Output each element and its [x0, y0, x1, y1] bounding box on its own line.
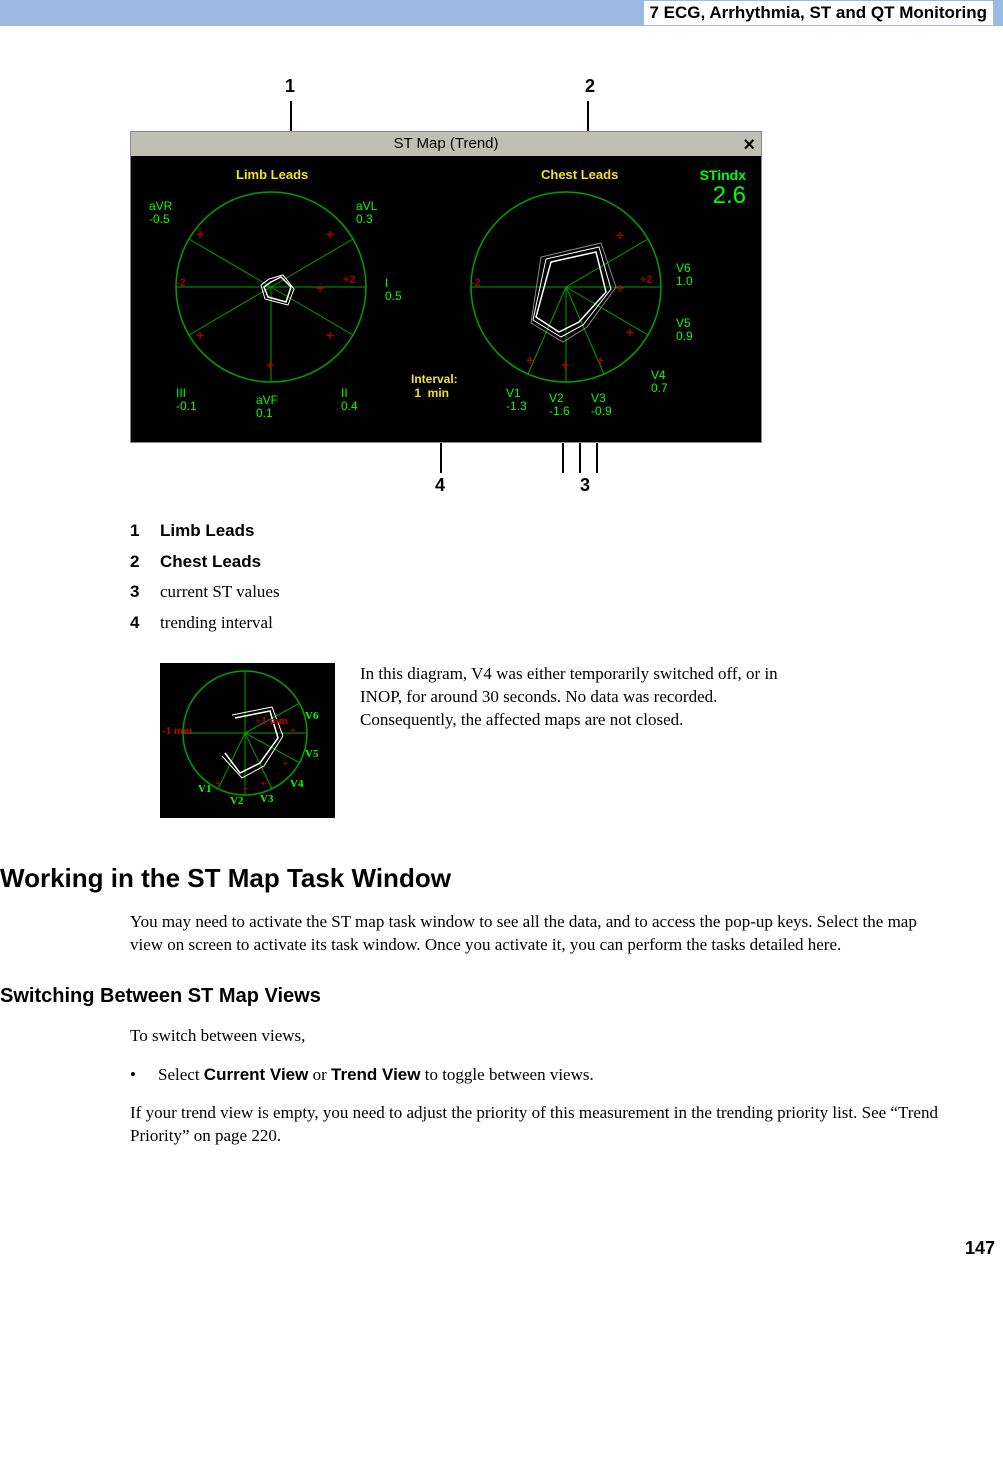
callout-line: [290, 101, 292, 131]
callout-4-num: 4: [435, 475, 445, 496]
bullet-dot: •: [130, 1065, 158, 1085]
tick-icon: +: [596, 352, 604, 368]
lead-V1: V1 -1.3: [506, 387, 527, 413]
tick-icon: +: [260, 778, 266, 790]
callout-row-top: 1 2: [130, 76, 790, 97]
small-V1: V1: [198, 783, 211, 795]
intro-paragraph: You may need to activate the ST map task…: [130, 911, 943, 957]
tick-icon: +: [561, 357, 569, 373]
legend-num: 1: [130, 516, 160, 547]
bullet-pre: Select: [158, 1065, 204, 1084]
ui-current-view: Current View: [204, 1065, 309, 1084]
heading-switching-views: Switching Between ST Map Views: [0, 985, 943, 1008]
mm-pos: +1 mm: [255, 715, 288, 727]
page-number: 147: [0, 1238, 995, 1259]
tick-icon: +: [316, 280, 324, 296]
stindex-label: STindx: [700, 167, 746, 183]
lead-V6: V6 1.0: [676, 262, 693, 288]
legend-num: 2: [130, 547, 160, 578]
tick-icon: +: [616, 280, 624, 296]
tick-icon: +: [616, 227, 624, 243]
callout-lines-bottom: [130, 443, 790, 473]
lead-aVF: aVF 0.1: [256, 394, 278, 420]
small-V5: V5: [305, 748, 318, 760]
callout-3-num: 3: [580, 475, 590, 496]
st-map-window[interactable]: ST Map (Trend) × Limb Leads Chest Leads …: [130, 131, 762, 443]
callout-lines-top: [130, 101, 790, 131]
tick-icon: +: [326, 226, 334, 242]
lead-aVR: aVR -0.5: [149, 200, 172, 226]
bullet-item: • Select Current View or Trend View to t…: [130, 1065, 943, 1085]
callout-row-bottom: 4 3: [130, 475, 790, 496]
note-paragraph: In this diagram, V4 was either temporari…: [360, 663, 810, 732]
axis-pos2-limb: +2: [343, 274, 356, 286]
trend-empty-paragraph: If your trend view is empty, you need to…: [130, 1102, 943, 1148]
small-chest-figure: +1 mm -1 mm V6 V5 V4 V3 V2 V1 + + + + +: [160, 663, 335, 818]
bullet-text: Select Current View or Trend View to tog…: [158, 1065, 594, 1085]
interval-label: Interval: 1 min: [411, 372, 458, 400]
st-map-figure: 1 2 ST Map (Trend) × Limb Leads Chest Le…: [130, 76, 790, 496]
legend-text: Chest Leads: [160, 547, 261, 578]
lead-V2: V2 -1.6: [549, 392, 570, 418]
callout-line: [596, 443, 598, 473]
lead-V4: V4 0.7: [651, 369, 668, 395]
note-row: +1 mm -1 mm V6 V5 V4 V3 V2 V1 + + + + + …: [160, 663, 943, 818]
small-V6: V6: [305, 710, 318, 722]
tick-icon: +: [215, 778, 221, 790]
tick-icon: +: [326, 327, 334, 343]
bullet-post: to toggle between views.: [420, 1065, 593, 1084]
callout-1-num: 1: [285, 76, 295, 97]
legend-num: 3: [130, 577, 160, 608]
axis-pos2-chest: +2: [640, 274, 653, 286]
axis-neg2-chest: -2: [471, 277, 481, 289]
stindex-value: 2.6: [713, 182, 746, 210]
ui-trend-view: Trend View: [331, 1065, 420, 1084]
legend-num: 4: [130, 608, 160, 639]
lead-II: II 0.4: [341, 387, 358, 413]
lead-V5: V5 0.9: [676, 317, 693, 343]
small-V4: V4: [290, 778, 303, 790]
tick-icon: +: [626, 324, 634, 340]
lead-V3: V3 -0.9: [591, 392, 612, 418]
tick-icon: +: [196, 327, 204, 343]
header-band: 7 ECG, Arrhythmia, ST and QT Monitoring: [0, 0, 1003, 26]
lead-aVL: aVL 0.3: [356, 200, 377, 226]
callout-line: [579, 443, 581, 473]
callout-line: [440, 443, 442, 473]
mm-neg: -1 mm: [162, 725, 192, 737]
legend-text: Limb Leads: [160, 516, 254, 547]
page-content: 1 2 ST Map (Trend) × Limb Leads Chest Le…: [0, 76, 1003, 1148]
callout-line: [562, 443, 564, 473]
tick-icon: +: [242, 783, 248, 795]
tick-icon: +: [290, 725, 296, 737]
legend-text: current ST values: [160, 577, 280, 608]
tick-icon: +: [196, 226, 204, 242]
lead-I: I 0.5: [385, 277, 402, 303]
small-V3: V3: [260, 793, 273, 805]
axis-neg2-limb: -2: [176, 277, 186, 289]
bullet-mid: or: [308, 1065, 331, 1084]
legend-text: trending interval: [160, 608, 273, 639]
tick-icon: +: [282, 758, 288, 770]
figure-legend: 1Limb Leads 2Chest Leads 3current ST val…: [130, 516, 943, 638]
heading-working-st-map: Working in the ST Map Task Window: [0, 863, 943, 894]
tick-icon: +: [266, 357, 274, 373]
chapter-header: 7 ECG, Arrhythmia, ST and QT Monitoring: [644, 1, 994, 25]
st-map-title: ST Map (Trend): [131, 132, 761, 156]
close-icon[interactable]: ×: [743, 134, 755, 157]
lead-III: III -0.1: [176, 387, 197, 413]
callout-line: [587, 101, 589, 131]
small-V2: V2: [230, 795, 243, 807]
switch-lead-in: To switch between views,: [130, 1025, 943, 1048]
callout-2-num: 2: [585, 76, 595, 97]
tick-icon: +: [526, 352, 534, 368]
